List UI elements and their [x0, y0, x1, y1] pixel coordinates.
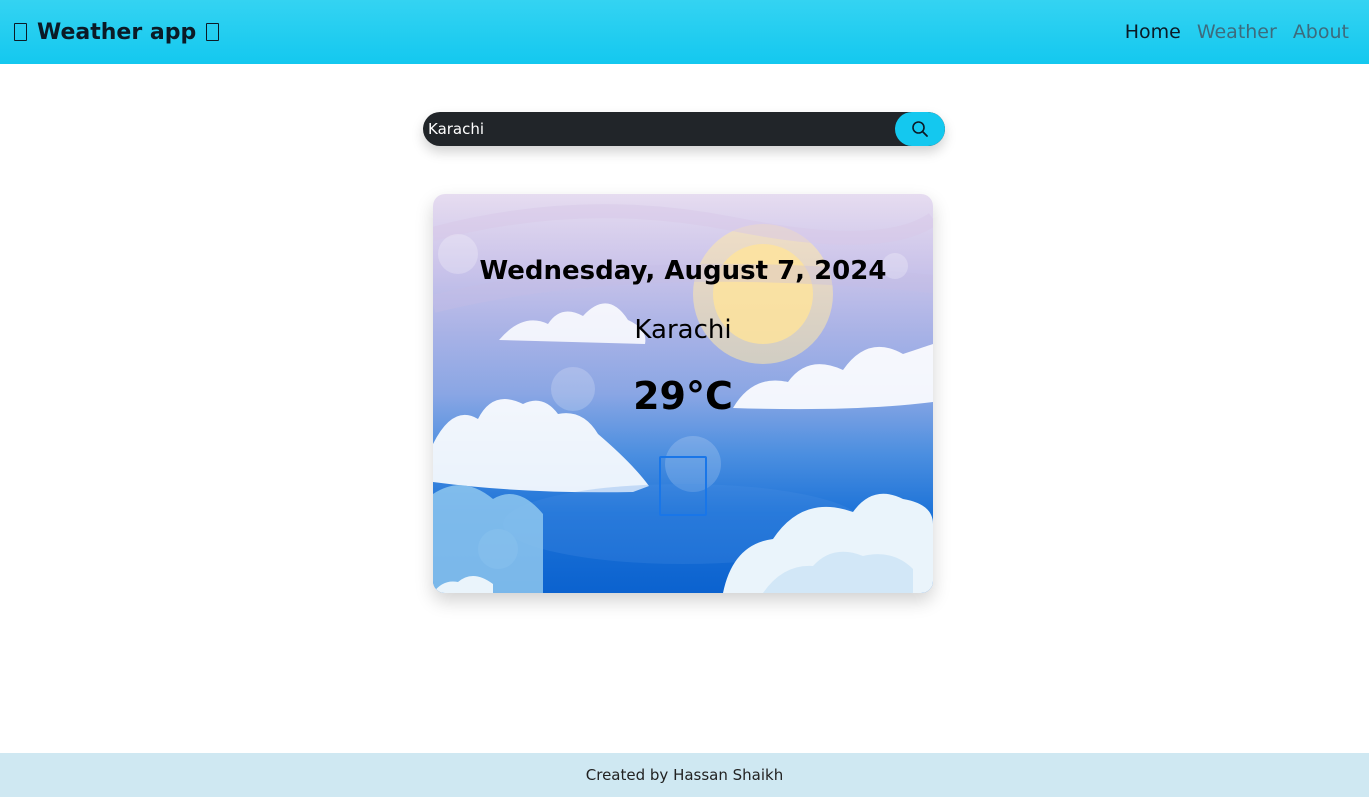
- nav-links: Home Weather About: [1125, 21, 1349, 43]
- weather-temperature: 29°C: [633, 374, 733, 418]
- page: Weather app Home Weather About Karachi W…: [0, 0, 1369, 797]
- search-button[interactable]: [895, 112, 945, 146]
- brand[interactable]: Weather app: [14, 19, 220, 45]
- nav-link-about[interactable]: About: [1293, 21, 1349, 43]
- navbar: Weather app Home Weather About: [0, 0, 1369, 64]
- weather-date: Wednesday, August 7, 2024: [479, 256, 887, 286]
- nav-link-home[interactable]: Home: [1125, 21, 1181, 43]
- brand-title: Weather app: [37, 19, 197, 45]
- weather-condition-icon: [659, 456, 707, 516]
- footer: Created by Hassan Shaikh: [0, 753, 1369, 797]
- footer-credit: Created by Hassan Shaikh: [585, 766, 784, 784]
- search-input[interactable]: [423, 112, 895, 146]
- search-bar: [423, 112, 945, 146]
- weather-card: Wednesday, August 7, 2024 Karachi 29°C: [433, 194, 933, 593]
- nav-link-weather[interactable]: Weather: [1197, 21, 1277, 43]
- brand-left-glyph-icon: [14, 23, 27, 41]
- brand-right-glyph-icon: [206, 23, 220, 41]
- weather-city: Karachi: [634, 315, 732, 345]
- search-icon: [912, 121, 928, 137]
- weather-content: Wednesday, August 7, 2024 Karachi 29°C: [433, 194, 933, 593]
